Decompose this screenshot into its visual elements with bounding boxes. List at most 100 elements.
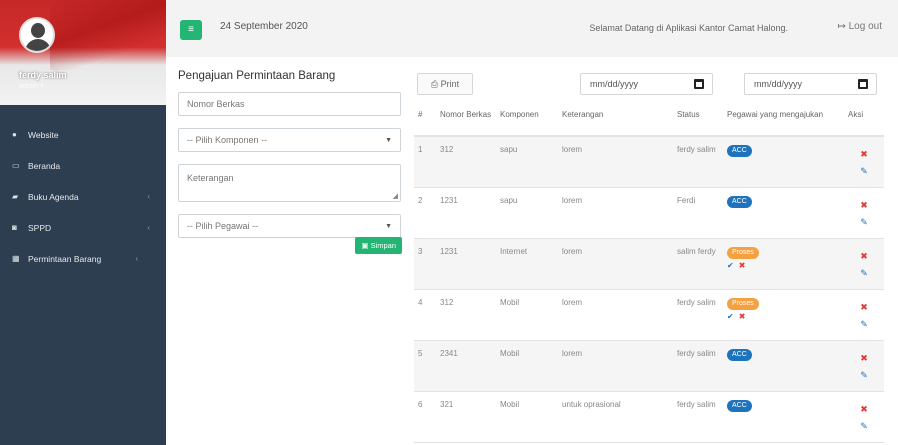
- status-badge: Proses: [727, 246, 759, 259]
- sidebar-item-label: Website: [28, 129, 59, 140]
- caret-down-icon: ▾: [40, 83, 44, 90]
- sidebar-item-label: Beranda: [28, 160, 61, 171]
- col-header-status[interactable]: Status: [673, 102, 723, 137]
- pegawai-select[interactable]: -- Pilih Pegawai -- ▼: [178, 214, 401, 238]
- approval-actions: ✔ ✖: [727, 261, 840, 270]
- cell-komponen: Mobil: [496, 391, 558, 443]
- logout-link[interactable]: ↦ Log out: [837, 21, 882, 32]
- cell-nomor-berkas: 321: [436, 391, 496, 443]
- cell-aksi: ✖ ✎: [844, 289, 884, 341]
- chevron-left-icon: ‹: [135, 254, 138, 263]
- delete-icon[interactable]: ✖: [848, 200, 880, 211]
- print-button[interactable]: ⎙ Print: [417, 73, 473, 95]
- chevron-left-icon: ‹: [147, 223, 150, 232]
- grid-icon: ▦: [12, 254, 20, 263]
- profile-banner: ferdy salim admin ▾: [0, 0, 166, 105]
- car-icon: ◙: [12, 223, 17, 232]
- cell-keterangan: lorem: [558, 136, 673, 188]
- resize-handle-icon[interactable]: ◢: [393, 192, 398, 200]
- edit-icon[interactable]: ✎: [848, 421, 880, 432]
- sidebar-item-beranda[interactable]: ▭ Beranda: [0, 150, 166, 181]
- calendar-icon[interactable]: [858, 79, 868, 89]
- simpan-button[interactable]: ▣ Simpan: [355, 237, 402, 254]
- col-header-keterangan[interactable]: Keterangan: [558, 102, 673, 137]
- cell-pegawai: ferdy salim: [673, 289, 723, 341]
- delete-icon[interactable]: ✖: [848, 149, 880, 160]
- delete-icon[interactable]: ✖: [848, 251, 880, 262]
- approve-check-icon[interactable]: ✔: [727, 312, 734, 321]
- col-header-no[interactable]: #: [414, 102, 436, 137]
- edit-icon[interactable]: ✎: [848, 370, 880, 381]
- edit-icon[interactable]: ✎: [848, 268, 880, 279]
- col-header-pegawai[interactable]: Pegawai yang mengajukan: [723, 102, 844, 137]
- current-date: 24 September 2020: [220, 21, 308, 32]
- status-badge: ACC: [727, 348, 752, 361]
- sidebar-item-permintaan-barang[interactable]: ▦ Permintaan Barang ‹: [0, 243, 166, 274]
- cell-komponen: sapu: [496, 136, 558, 188]
- request-form: Pengajuan Permintaan Barang Nomor Berkas…: [178, 70, 402, 254]
- cell-komponen: Internet: [496, 238, 558, 290]
- sidebar-item-website[interactable]: ● Website: [0, 119, 166, 150]
- cell-no: 2: [414, 187, 436, 239]
- cell-keterangan: lorem: [558, 289, 673, 341]
- globe-icon: ●: [12, 130, 17, 139]
- user-role-dropdown[interactable]: admin ▾: [19, 82, 44, 90]
- table-row: 5 2341 Mobil lorem ferdy salim ACC ✖ ✎: [414, 340, 884, 392]
- cell-aksi: ✖ ✎: [844, 187, 884, 239]
- cell-pegawai: Ferdi: [673, 187, 723, 239]
- date-from-input[interactable]: mm/dd/yyyy: [580, 73, 713, 95]
- table-row: 6 321 Mobil untuk oprasional ferdy salim ACC ✖…: [414, 391, 884, 443]
- avatar[interactable]: [19, 17, 55, 53]
- requests-table-panel: ⎙ Print mm/dd/yyyy mm/dd/yyyy # Nomor Be…: [414, 70, 884, 443]
- cell-no: 5: [414, 340, 436, 392]
- table-header-row: # Nomor Berkas Komponen Keterangan Statu…: [414, 102, 884, 137]
- cell-aksi: ✖ ✎: [844, 340, 884, 392]
- table-row: 2 1231 sapu lorem Ferdi ACC ✖ ✎: [414, 187, 884, 239]
- cell-pegawai: ferdy salim: [673, 340, 723, 392]
- cell-status: ACC: [723, 391, 844, 443]
- reject-x-icon[interactable]: ✖: [739, 312, 746, 321]
- edit-icon[interactable]: ✎: [848, 166, 880, 177]
- komponen-select[interactable]: -- Pilih Komponen -- ▼: [178, 128, 401, 152]
- edit-icon[interactable]: ✎: [848, 217, 880, 228]
- nomor-berkas-input[interactable]: Nomor Berkas: [178, 92, 401, 116]
- chevron-down-icon: ▼: [385, 136, 392, 144]
- status-badge: ACC: [727, 399, 752, 412]
- cell-nomor-berkas: 312: [436, 289, 496, 341]
- approve-check-icon[interactable]: ✔: [727, 261, 734, 270]
- sidebar-item-sppd[interactable]: ◙ SPPD ‹: [0, 212, 166, 243]
- cell-komponen: sapu: [496, 187, 558, 239]
- cell-status: ACC: [723, 340, 844, 392]
- cell-no: 4: [414, 289, 436, 341]
- cell-pegawai: salim ferdy: [673, 238, 723, 290]
- delete-icon[interactable]: ✖: [848, 353, 880, 364]
- sidebar-item-buku-agenda[interactable]: ▰ Buku Agenda ‹: [0, 181, 166, 212]
- cell-status: Proses ✔ ✖: [723, 289, 844, 341]
- cell-aksi: ✖ ✎: [844, 136, 884, 188]
- print-icon: ⎙: [430, 79, 439, 89]
- date-to-input[interactable]: mm/dd/yyyy: [744, 73, 877, 95]
- status-badge: ACC: [727, 195, 752, 208]
- delete-icon[interactable]: ✖: [848, 302, 880, 313]
- book-icon: ▰: [12, 192, 19, 201]
- sidebar-item-label: Buku Agenda: [28, 191, 79, 202]
- col-header-komponen[interactable]: Komponen: [496, 102, 558, 137]
- cell-status: ACC: [723, 187, 844, 239]
- reject-x-icon[interactable]: ✖: [739, 261, 746, 270]
- form-title: Pengajuan Permintaan Barang: [178, 70, 336, 82]
- table-row: 3 1231 Internet lorem salim ferdy Proses ✔ ✖ ✖ ✎: [414, 238, 884, 290]
- table-toolbar: ⎙ Print mm/dd/yyyy mm/dd/yyyy: [414, 70, 884, 100]
- edit-icon[interactable]: ✎: [848, 319, 880, 330]
- cell-nomor-berkas: 1231: [436, 187, 496, 239]
- save-icon: ▣: [361, 241, 369, 250]
- calendar-icon[interactable]: [694, 79, 704, 89]
- cell-pegawai: ferdy salim: [673, 391, 723, 443]
- chevron-left-icon: ‹: [147, 192, 150, 201]
- delete-icon[interactable]: ✖: [848, 404, 880, 415]
- keterangan-textarea[interactable]: Keterangan ◢: [178, 164, 401, 202]
- col-header-aksi[interactable]: Aksi: [844, 102, 884, 137]
- menu-toggle-button[interactable]: ≡: [180, 20, 202, 40]
- sidebar-item-label: Permintaan Barang: [28, 253, 102, 264]
- col-header-nomor-berkas[interactable]: Nomor Berkas: [436, 102, 496, 137]
- monitor-icon: ▭: [12, 161, 20, 170]
